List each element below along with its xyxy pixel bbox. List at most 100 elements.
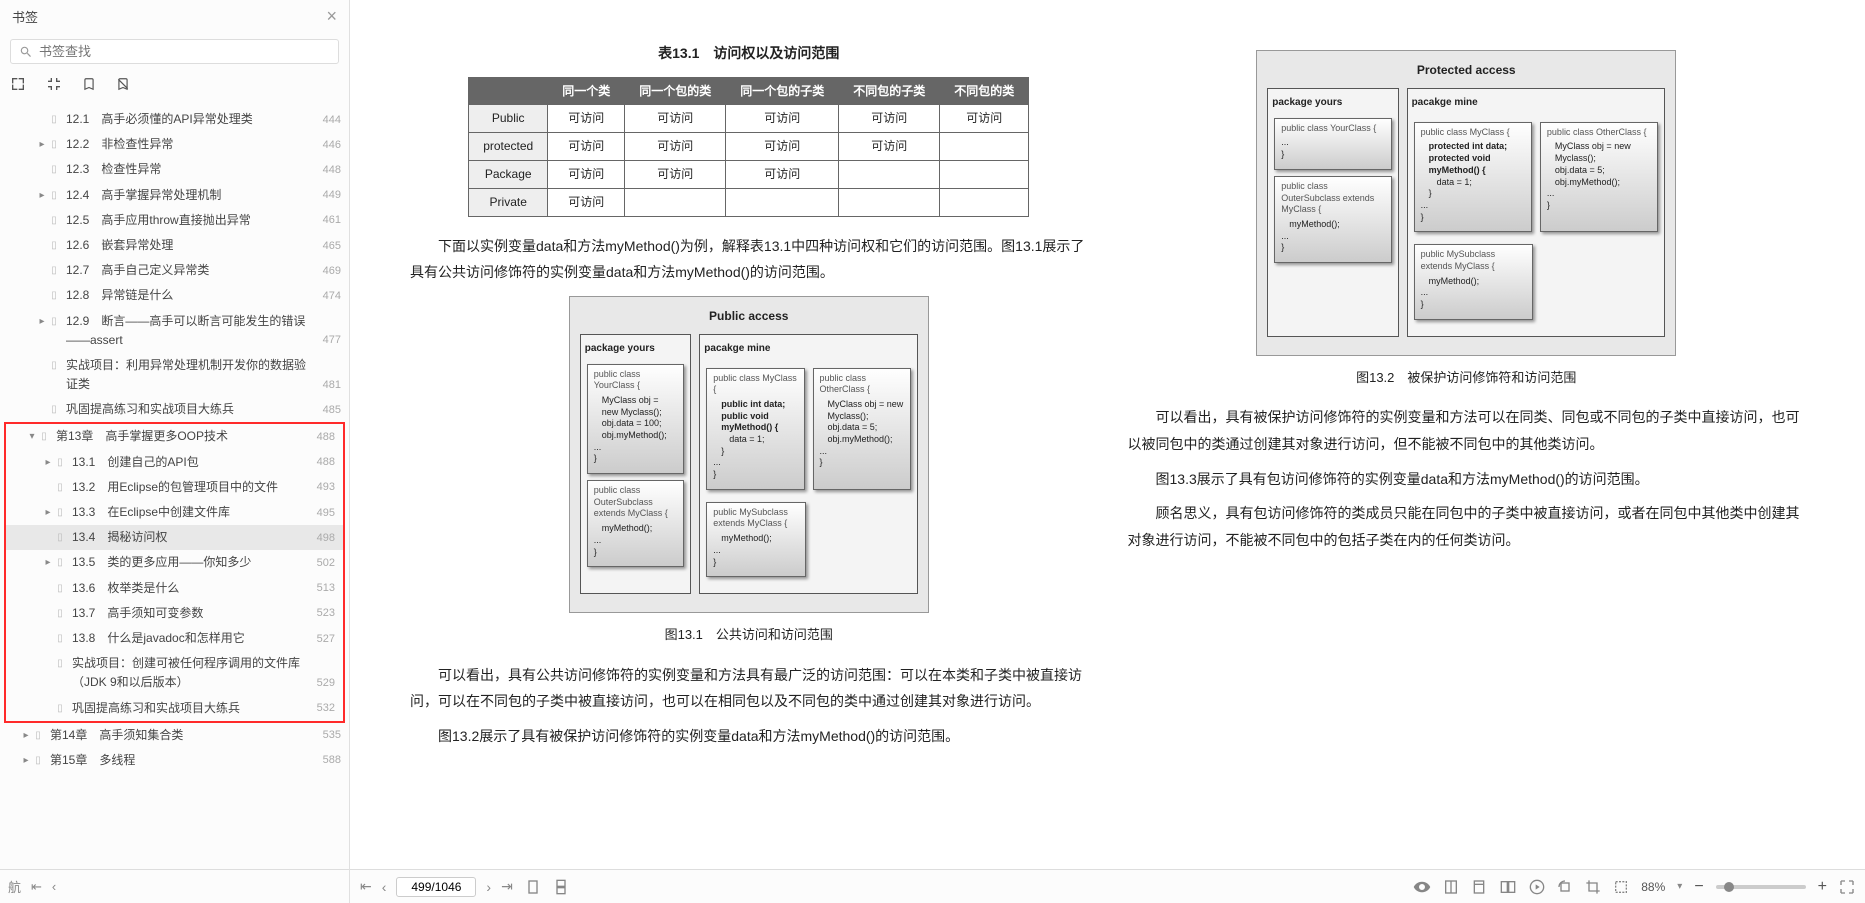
chapter-row[interactable]: ▾ ▯ 第13章 高手掌握更多OOP技术 488 [6,424,343,449]
bookmark-item[interactable]: ▸▯12.4 高手掌握异常处理机制449 [0,183,349,208]
bookmark-icon[interactable] [82,76,96,97]
fullscreen-icon[interactable] [1839,879,1855,895]
access-table: 同一个类同一个包的类同一个包的子类不同包的子类不同包的类 Public可访问可访… [468,77,1029,217]
rotate-icon[interactable] [1557,879,1573,895]
bookmark-item[interactable]: ▯12.6 嵌套异常处理465 [0,233,349,258]
zoom-out-button[interactable]: − [1694,878,1703,896]
bookmark-item[interactable]: ▯13.7 高手须知可变参数523 [6,601,343,626]
bookmark-item[interactable]: ▸▯13.3 在Eclipse中创建文件库495 [6,500,343,525]
bookmark-item[interactable]: ▯13.8 什么是javadoc和怎样用它527 [6,626,343,651]
first-page-icon[interactable]: ⇤ [31,879,42,895]
bookmark-leaf-icon: ▯ [48,112,60,128]
table-cell: 可访问 [548,133,625,161]
expand-arrow-icon[interactable]: ▸ [36,188,48,204]
bookmark-item[interactable]: ▯实战项目：利用异常处理机制开发你的数据验证类481 [0,353,349,397]
bookmark-item[interactable]: ▯12.1 高手必须懂的API异常处理类444 [0,107,349,132]
bookmark-item[interactable]: ▸▯12.9 断言——高手可以断言可能发生的错误——assert477 [0,309,349,353]
fit-page-icon[interactable] [1613,879,1629,895]
table-cell: Private [469,188,548,216]
table-cell: Package [469,160,548,188]
next-page-button[interactable]: › [486,879,491,895]
single-page-icon[interactable] [525,879,541,895]
bookmark-item[interactable]: ▯巩固提高练习和实战项目大练兵485 [0,397,349,422]
expand-arrow-icon[interactable]: ▸ [20,728,32,744]
collapse-icon[interactable] [46,76,62,97]
sidebar: 书签 × ▯12.1 高手必须懂的API异常处理类444▸▯12.2 非检查性异… [0,0,350,903]
close-sidebar-button[interactable]: × [326,6,337,27]
bookmark-item[interactable]: ▸▯13.5 类的更多应用——你知多少502 [6,550,343,575]
figure-caption: 图13.2 被保护访问修饰符和访问范围 [1128,366,1806,391]
bookmark-item[interactable]: ▯巩固提高练习和实战项目大练兵532 [6,696,343,721]
bookmark-tree: ▯12.1 高手必须懂的API异常处理类444▸▯12.2 非检查性异常446▯… [0,103,349,869]
table-cell: 可访问 [548,188,625,216]
bookmark-remove-icon[interactable] [116,76,130,97]
bookmark-item[interactable]: ▯12.8 异常链是什么474 [0,283,349,308]
last-page-button[interactable]: ⇥ [501,878,513,895]
two-page-icon[interactable] [1499,879,1517,895]
zoom-in-button[interactable]: + [1818,878,1827,896]
table-header [469,77,548,105]
page-number-input[interactable] [396,877,476,897]
table-title: 表13.1 访问权以及访问范围 [410,40,1088,67]
bookmark-item[interactable]: ▸▯第14章 高手须知集合类535 [0,723,349,748]
bookmark-leaf-icon: ▯ [48,402,60,418]
bookmark-leaf-icon: ▯ [48,263,60,279]
main-area: 表13.1 访问权以及访问范围 同一个类同一个包的类同一个包的子类不同包的子类不… [350,0,1865,903]
sidebar-status: 航 ⇤ ‹ [0,869,349,903]
bookmark-item[interactable]: ▯12.5 高手应用throw直接抛出异常461 [0,208,349,233]
diagram-public-access: Public access package yours public class… [569,296,929,613]
bookmark-item[interactable]: ▯12.3 检查性异常448 [0,157,349,182]
bookmark-item[interactable]: ▯13.4 揭秘访问权498 [6,525,343,550]
bookmark-leaf-icon: ▯ [38,429,50,445]
table-cell: protected [469,133,548,161]
bookmark-leaf-icon: ▯ [48,238,60,254]
bookmark-leaf-icon: ▯ [54,530,66,546]
search-input[interactable] [39,44,330,59]
read-mode-icon[interactable] [1443,879,1459,895]
table-header: 同一个类 [548,77,625,105]
table-cell: 可访问 [726,133,839,161]
bookmark-item[interactable]: ▯实战项目：创建可被任何程序调用的文件库（JDK 9和以后版本）529 [6,651,343,695]
zoom-slider[interactable] [1716,885,1806,889]
continuous-page-icon[interactable] [553,879,569,895]
bookmark-item[interactable]: ▯13.6 枚举类是什么513 [6,576,343,601]
bookmark-leaf-icon: ▯ [54,631,66,647]
table-cell: 可访问 [625,133,726,161]
expand-arrow-icon[interactable]: ▸ [42,505,54,521]
page-layout-icon[interactable] [1471,879,1487,895]
bookmark-item[interactable]: ▯12.7 高手自己定义异常类469 [0,258,349,283]
bookmark-leaf-icon: ▯ [54,555,66,571]
table-cell [625,188,726,216]
bookmark-item[interactable]: ▸▯12.2 非检查性异常446 [0,132,349,157]
table-cell [940,160,1029,188]
table-cell: 可访问 [839,105,940,133]
expand-arrow-icon[interactable]: ▸ [42,555,54,571]
expand-arrow-icon[interactable]: ▸ [42,455,54,471]
expand-icon[interactable] [10,76,26,97]
crop-icon[interactable] [1585,879,1601,895]
paragraph: 可以看出，具有被保护访问修饰符的实例变量和方法可以在同类、同包或不同包的子类中直… [1128,404,1806,457]
table-cell [839,188,940,216]
prev-page-button[interactable]: ‹ [382,879,387,895]
table-cell: 可访问 [548,105,625,133]
expand-arrow-icon[interactable]: ▸ [20,753,32,769]
sidebar-title: 书签 [12,7,38,26]
page-right: Protected access package yours public cl… [1128,40,1806,829]
expand-arrow-icon[interactable]: ▸ [36,137,48,153]
bookmark-search[interactable] [10,39,339,64]
prev-page-icon[interactable]: ‹ [52,879,56,894]
diagram-protected-access: Protected access package yours public cl… [1256,50,1676,356]
nav-label: 航 [8,877,21,896]
collapse-arrow-icon[interactable]: ▾ [26,429,38,445]
eye-icon[interactable] [1413,878,1431,896]
zoom-dropdown-icon[interactable]: ▾ [1677,881,1682,892]
bookmark-item[interactable]: ▸▯13.1 创建自己的API包488 [6,450,343,475]
expand-arrow-icon[interactable]: ▸ [36,314,48,330]
table-cell: 可访问 [625,105,726,133]
bookmark-leaf-icon: ▯ [54,480,66,496]
bookmark-item[interactable]: ▯13.2 用Eclipse的包管理项目中的文件493 [6,475,343,500]
bookmark-item[interactable]: ▸▯第15章 多线程588 [0,748,349,773]
first-page-button[interactable]: ⇤ [360,878,372,895]
table-header: 同一个包的子类 [726,77,839,105]
play-icon[interactable] [1529,879,1545,895]
